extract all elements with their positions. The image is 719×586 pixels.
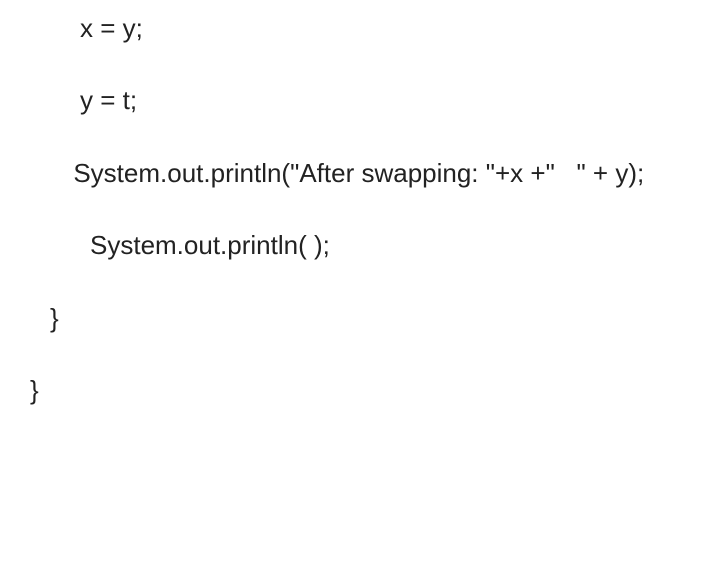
code-line-close-brace-outer: }: [30, 372, 689, 408]
code-line-println-after-swapping: System.out.println("After swapping: "+x …: [30, 155, 689, 191]
code-block: x = y; y = t; System.out.println("After …: [0, 0, 719, 454]
code-line-println-empty: System.out.println( );: [30, 227, 689, 263]
code-line-assign-y: y = t;: [30, 82, 689, 118]
code-line-close-brace-inner: }: [30, 300, 689, 336]
code-line-assign-x: x = y;: [30, 10, 689, 46]
